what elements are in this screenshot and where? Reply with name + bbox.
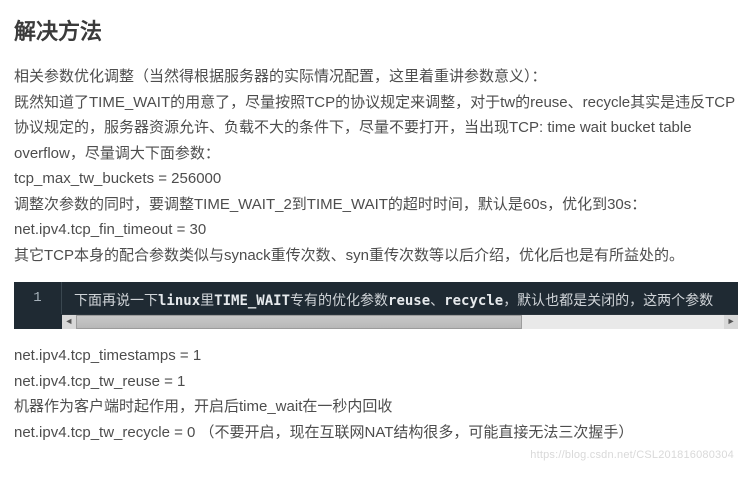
watermark: https://blog.csdn.net/CSL201816080304 — [530, 449, 734, 461]
code-text: ，默认也都是关闭的，这两个参数 — [503, 293, 713, 309]
code-keyword: reuse — [388, 293, 430, 309]
top-paragraph-block: 相关参数优化调整（当然得根据服务器的实际情况配置，这里着重讲参数意义）： 既然知… — [14, 64, 738, 268]
paragraph: net.ipv4.tcp_tw_reuse = 1 — [14, 369, 738, 395]
scrollbar-thumb[interactable] — [76, 315, 522, 329]
code-keyword: TIME_WAIT — [214, 293, 290, 309]
paragraph: 调整次参数的同时，要调整TIME_WAIT_2到TIME_WAIT的超时时间，默… — [14, 192, 738, 218]
code-row: 1 下面再说一下linux里TIME_WAIT专有的优化参数reuse、recy… — [14, 282, 738, 314]
horizontal-scrollbar[interactable]: ◄ ► — [62, 314, 738, 329]
code-text: 里 — [200, 293, 214, 309]
code-text: 专有的优化参数 — [290, 293, 388, 309]
code-text: 下面再说一下 — [74, 293, 158, 309]
code-keyword: recycle — [444, 293, 503, 309]
section-heading: 解决方法 — [14, 14, 738, 46]
code-text: 、 — [430, 293, 444, 309]
paragraph: 既然知道了TIME_WAIT的用意了，尽量按照TCP的协议规定来调整，对于tw的… — [14, 90, 738, 167]
code-viewport: 下面再说一下linux里TIME_WAIT专有的优化参数reuse、recycl… — [62, 282, 738, 314]
paragraph: net.ipv4.tcp_fin_timeout = 30 — [14, 217, 738, 243]
code-block: 1 下面再说一下linux里TIME_WAIT专有的优化参数reuse、recy… — [14, 282, 738, 329]
code-keyword: linux — [158, 293, 200, 309]
article-page: 解决方法 相关参数优化调整（当然得根据服务器的实际情况配置，这里着重讲参数意义）… — [0, 0, 752, 463]
paragraph: net.ipv4.tcp_tw_recycle = 0 （不要开启，现在互联网N… — [14, 420, 738, 446]
scroll-left-arrow-icon[interactable]: ◄ — [62, 315, 76, 329]
paragraph: 其它TCP本身的配合参数类似与synack重传次数、syn重传次数等以后介绍，优… — [14, 243, 738, 269]
code-line-number: 1 — [14, 282, 62, 314]
paragraph: tcp_max_tw_buckets = 256000 — [14, 166, 738, 192]
paragraph: 相关参数优化调整（当然得根据服务器的实际情况配置，这里着重讲参数意义）： — [14, 64, 738, 90]
bottom-paragraph-block: net.ipv4.tcp_timestamps = 1 net.ipv4.tcp… — [14, 343, 738, 445]
code-line: 下面再说一下linux里TIME_WAIT专有的优化参数reuse、recycl… — [62, 282, 738, 314]
scroll-right-arrow-icon[interactable]: ► — [724, 315, 738, 329]
paragraph: net.ipv4.tcp_timestamps = 1 — [14, 343, 738, 369]
paragraph: 机器作为客户端时起作用，开启后time_wait在一秒内回收 — [14, 394, 738, 420]
